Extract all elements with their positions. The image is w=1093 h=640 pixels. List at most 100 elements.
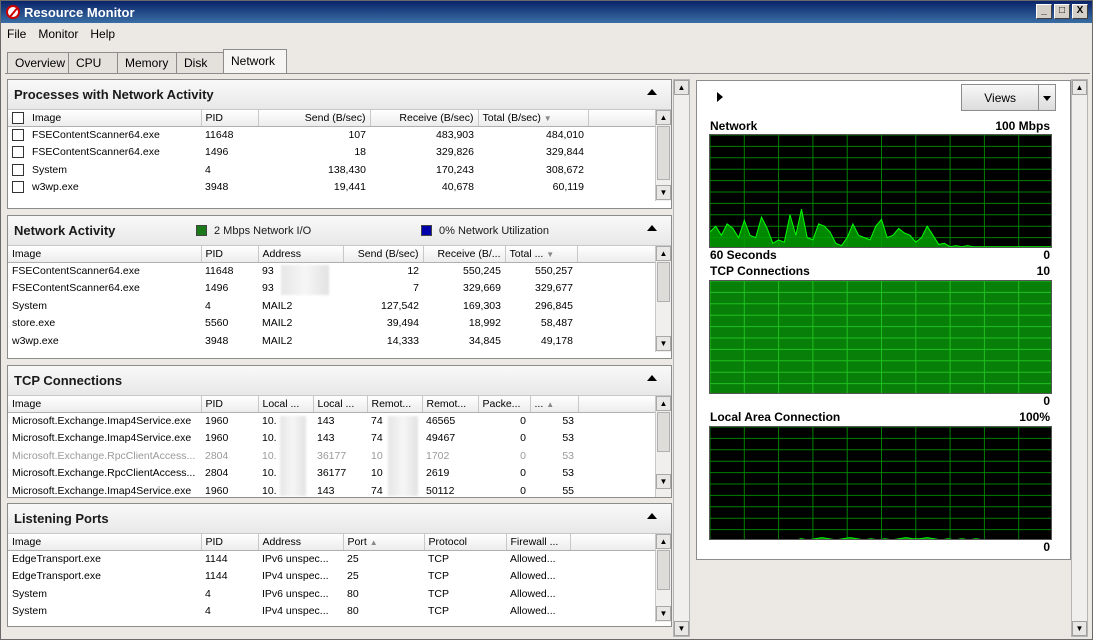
scroll-down-icon[interactable]: ▼ xyxy=(656,185,671,200)
table-row[interactable]: Microsoft.Exchange.RpcClientAccess... 280… xyxy=(8,465,656,483)
network-activity-scrollbar[interactable]: ▲ ▼ xyxy=(655,246,671,352)
table-header-row: Image PID Local ... Local ... Remot... R… xyxy=(8,396,657,413)
column-header-image[interactable]: Image xyxy=(8,396,202,413)
column-header-firewall[interactable]: Firewall ... xyxy=(506,534,571,551)
minimize-button[interactable]: _ xyxy=(1036,4,1052,19)
tab-network[interactable]: Network xyxy=(223,49,287,73)
tab-overview[interactable]: Overview xyxy=(7,52,69,73)
table-row[interactable]: store.exe 5560 MAIL2 39,494 18,992 58,487 xyxy=(8,315,656,333)
column-header-port[interactable]: Port ▲ xyxy=(343,534,425,551)
tcp-scrollbar[interactable]: ▲ ▼ xyxy=(655,396,671,497)
column-header-receive[interactable]: Receive (B/sec) xyxy=(370,110,479,127)
column-header-remote-port[interactable]: Remot... xyxy=(422,396,479,413)
table-row[interactable]: w3wp.exe 3948 19,441 40,678 60,119 xyxy=(8,179,656,197)
tcp-connections-graph xyxy=(709,280,1052,394)
right-pane-scrollbar[interactable]: ▲ ▼ xyxy=(1071,79,1088,637)
table-row[interactable]: System 4 IPv6 unspec... 80 TCP Allowed... xyxy=(8,585,656,603)
dropdown-arrow-icon[interactable] xyxy=(1038,85,1055,110)
table-row[interactable]: Microsoft.Exchange.RpcClientAccess... 280… xyxy=(8,447,656,465)
tab-memory[interactable]: Memory xyxy=(117,52,177,73)
table-cell: 36177 xyxy=(317,449,347,462)
select-all-checkbox[interactable] xyxy=(12,111,24,124)
table-row[interactable]: FSEContentScanner64.exe 11648 107 483,903 48… xyxy=(8,126,656,144)
column-header-pid[interactable]: PID xyxy=(201,534,259,551)
column-header-receive[interactable]: Receive (B/... xyxy=(423,246,506,263)
scroll-thumb[interactable] xyxy=(657,126,670,180)
scroll-thumb[interactable] xyxy=(657,262,670,302)
row-checkbox[interactable] xyxy=(12,129,24,142)
collapse-icon[interactable] xyxy=(647,375,657,381)
listening-ports-header[interactable]: Listening Ports xyxy=(8,504,671,534)
column-header-local-port[interactable]: Local ... xyxy=(313,396,368,413)
column-header-packet-loss[interactable]: Packe... xyxy=(478,396,531,413)
column-header-image[interactable]: Image xyxy=(8,110,202,127)
column-header-pid[interactable]: PID xyxy=(201,110,259,127)
scroll-up-icon[interactable]: ▲ xyxy=(656,110,671,125)
scroll-up-icon[interactable]: ▲ xyxy=(674,80,689,95)
table-row[interactable]: System 4 138,430 170,243 308,672 xyxy=(8,161,656,179)
collapse-icon[interactable] xyxy=(647,89,657,95)
expand-arrow-icon[interactable] xyxy=(717,92,723,102)
processes-header[interactable]: Processes with Network Activity xyxy=(8,80,671,110)
table-cell: System xyxy=(12,587,48,600)
processes-scrollbar[interactable]: ▲ ▼ xyxy=(655,110,671,201)
column-header-total[interactable]: Total (B/sec) ▼ xyxy=(478,110,589,127)
table-row[interactable]: EdgeTransport.exe 1144 IPv4 unspec... 25 TCP… xyxy=(8,568,656,586)
views-button[interactable]: Views xyxy=(961,84,1056,111)
table-row[interactable]: Microsoft.Exchange.Imap4Service.exe 1960 1… xyxy=(8,482,656,497)
scroll-thumb[interactable] xyxy=(657,550,670,590)
table-row[interactable]: w3wp.exe 3948 MAIL2 14,333 34,845 49,178 xyxy=(8,332,656,350)
ports-scrollbar[interactable]: ▲ ▼ xyxy=(655,534,671,622)
table-cell: MAIL2 xyxy=(262,317,293,330)
scroll-down-icon[interactable]: ▼ xyxy=(656,336,671,351)
row-checkbox[interactable] xyxy=(12,146,24,159)
table-row[interactable]: System 4 MAIL2 127,542 169,303 296,845 xyxy=(8,297,656,315)
column-header-total[interactable]: Total ... ▼ xyxy=(505,246,578,263)
table-row[interactable]: System 4 IPv4 unspec... 80 TCP Allowed... xyxy=(8,603,656,621)
collapse-icon[interactable] xyxy=(647,225,657,231)
network-activity-header[interactable]: Network Activity 2 Mbps Network I/O 0% N… xyxy=(8,216,671,246)
column-header-address[interactable]: Address xyxy=(258,246,344,263)
column-header-image[interactable]: Image xyxy=(8,246,202,263)
scroll-down-icon[interactable]: ▼ xyxy=(656,474,671,489)
scroll-down-icon[interactable]: ▼ xyxy=(1072,621,1087,636)
table-row[interactable]: FSEContentScanner64.exe 1496 93 7 329,669 329… xyxy=(8,280,656,298)
column-header-remote-address[interactable]: Remot... xyxy=(367,396,423,413)
column-header-protocol[interactable]: Protocol xyxy=(424,534,507,551)
column-header-send[interactable]: Send (B/sec) xyxy=(258,110,371,127)
scroll-up-icon[interactable]: ▲ xyxy=(656,534,671,549)
table-cell: 80 xyxy=(347,605,359,618)
row-checkbox[interactable] xyxy=(12,181,24,194)
scroll-up-icon[interactable]: ▲ xyxy=(1072,80,1087,95)
column-header-pid[interactable]: PID xyxy=(201,246,259,263)
scroll-down-icon[interactable]: ▼ xyxy=(656,606,671,621)
column-header-address[interactable]: Address xyxy=(258,534,344,551)
scroll-up-icon[interactable]: ▲ xyxy=(656,396,671,411)
menu-monitor[interactable]: Monitor xyxy=(38,27,78,41)
scroll-up-icon[interactable]: ▲ xyxy=(656,246,671,261)
tab-cpu[interactable]: CPU xyxy=(68,52,118,73)
table-row[interactable]: EdgeTransport.exe 1144 IPv6 unspec... 25 TCP… xyxy=(8,550,656,568)
table-row[interactable]: Microsoft.Exchange.Imap4Service.exe 1960 1… xyxy=(8,430,656,448)
row-checkbox[interactable] xyxy=(12,163,24,176)
menu-file[interactable]: File xyxy=(7,27,26,41)
column-header-pid[interactable]: PID xyxy=(201,396,259,413)
scroll-thumb[interactable] xyxy=(657,412,670,452)
redacted-address xyxy=(281,265,329,295)
table-row[interactable]: Microsoft.Exchange.Imap4Service.exe 1960 1… xyxy=(8,412,656,430)
table-row[interactable]: FSEContentScanner64.exe 1496 18 329,826 329,… xyxy=(8,144,656,162)
scroll-down-icon[interactable]: ▼ xyxy=(674,621,689,636)
tcp-connections-header[interactable]: TCP Connections xyxy=(8,366,671,396)
tcp-connections-section: TCP Connections Image PID Local ... Loca… xyxy=(7,365,672,498)
column-header-latency[interactable]: ... ▲ xyxy=(530,396,579,413)
maximize-button[interactable]: □ xyxy=(1054,4,1070,19)
tab-disk[interactable]: Disk xyxy=(176,52,224,73)
column-header-local-address[interactable]: Local ... xyxy=(258,396,314,413)
collapse-icon[interactable] xyxy=(647,513,657,519)
close-button[interactable]: X xyxy=(1072,4,1088,19)
menu-help[interactable]: Help xyxy=(90,27,115,41)
column-header-image[interactable]: Image xyxy=(8,534,202,551)
left-pane-scrollbar[interactable]: ▲ ▼ xyxy=(673,79,690,637)
table-row[interactable]: FSEContentScanner64.exe 11648 93 12 550,245 5… xyxy=(8,262,656,280)
column-header-send[interactable]: Send (B/sec) xyxy=(343,246,424,263)
